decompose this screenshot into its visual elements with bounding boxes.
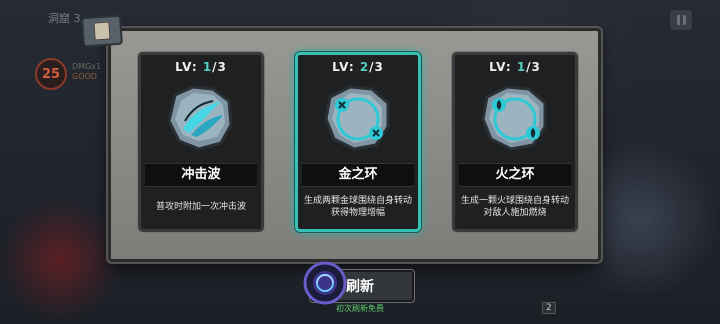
skill-count-badge: 2 — [542, 302, 556, 314]
card-level: LV: 1/3 — [175, 60, 227, 74]
hud-stats: DMGx1 GOOD — [72, 62, 101, 82]
gold-ring-icon — [324, 85, 390, 151]
stage-label: 洞窟 3 — [48, 12, 81, 25]
card-name: 冲击波 — [145, 163, 257, 187]
refresh-label: 刷新 — [346, 279, 374, 295]
card-level: LV: 1/3 — [489, 60, 541, 74]
skill-card-gold-ring[interactable]: LV: 2/3 金之环 生成两颗金球围绕自身转动 获得物理增幅 — [295, 52, 421, 232]
skill-card-shockwave[interactable]: LV: 1/3 冲击波 普攻时附加一次冲击波 — [138, 52, 264, 232]
player-level-badge: 25 — [35, 58, 67, 90]
shockwave-icon — [167, 85, 233, 151]
card-name: 金之环 — [302, 163, 414, 187]
card-description: 生成一颗火球围绕自身转动 对敌人施加燃烧 — [461, 196, 570, 218]
pause-icon — [676, 15, 680, 25]
panel-tab-button[interactable] — [81, 14, 123, 48]
pause-button[interactable] — [670, 10, 692, 30]
hud-stat-value: GOOD — [72, 72, 97, 81]
skill-card-fire-ring[interactable]: LV: 1/3 火之环 生成一颗火球围绕自身转动 对敌人施加燃烧 — [452, 52, 578, 232]
card-level: LV: 2/3 — [332, 60, 384, 74]
refresh-free-note: 初次刷新免费 — [336, 304, 384, 313]
card-name: 火之环 — [459, 163, 571, 187]
refresh-orb-icon — [303, 261, 347, 305]
card-description: 普攻时附加一次冲击波 — [155, 202, 246, 212]
fire-ring-icon — [481, 85, 547, 151]
document-icon — [93, 21, 111, 41]
hud-stat-label: DMGx1 — [72, 62, 102, 71]
card-description: 生成两颗金球围绕自身转动 获得物理增幅 — [304, 196, 413, 218]
